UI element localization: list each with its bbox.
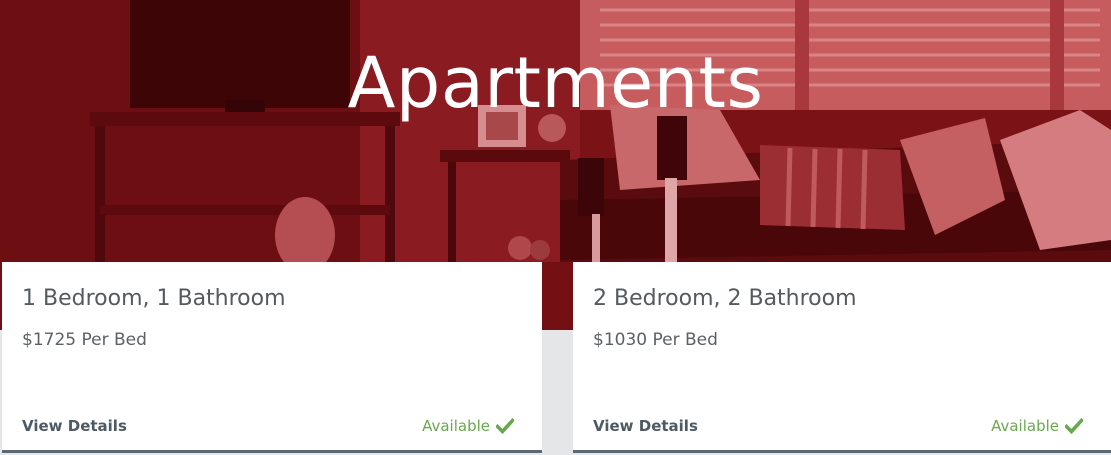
- availability-label: Available: [991, 417, 1059, 435]
- checkmark-icon: [1065, 418, 1083, 434]
- apartment-price: $1725 Per Bed: [22, 330, 147, 350]
- checkmark-icon: [496, 418, 514, 434]
- page-title: Apartments: [347, 42, 764, 124]
- view-details-link[interactable]: View Details: [593, 417, 698, 435]
- apartment-card[interactable]: 1 Bedroom, 1 Bathroom $1725 Per Bed View…: [2, 262, 542, 453]
- availability-status: Available: [422, 417, 514, 435]
- apartment-title: 1 Bedroom, 1 Bathroom: [22, 286, 286, 311]
- apartment-card[interactable]: 2 Bedroom, 2 Bathroom $1030 Per Bed View…: [573, 262, 1111, 453]
- view-details-link[interactable]: View Details: [22, 417, 127, 435]
- availability-status: Available: [991, 417, 1083, 435]
- apartment-title: 2 Bedroom, 2 Bathroom: [593, 286, 857, 311]
- availability-label: Available: [422, 417, 490, 435]
- page: Apartments 1 Bedroom, 1 Bathroom $1725 P…: [0, 0, 1111, 455]
- apartment-price: $1030 Per Bed: [593, 330, 718, 350]
